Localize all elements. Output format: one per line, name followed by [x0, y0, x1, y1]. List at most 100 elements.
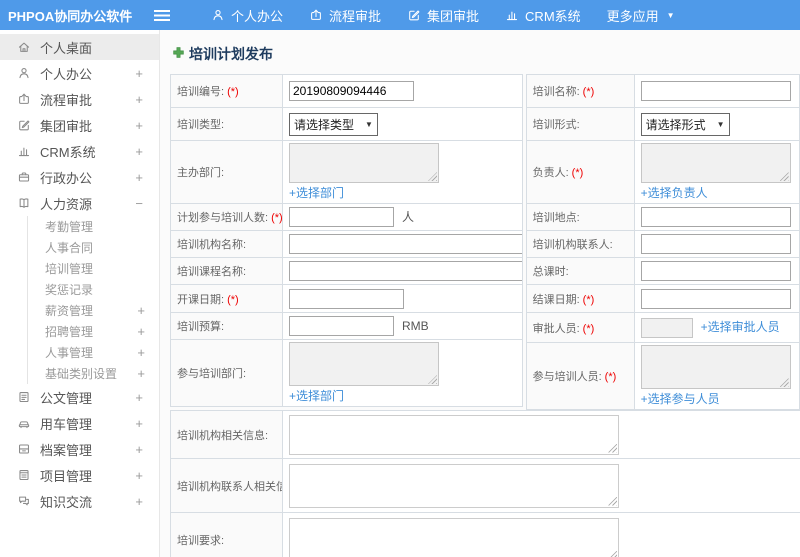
expand-toggle-icon[interactable]: + [135, 144, 143, 159]
sidebar-item[interactable]: 人力资源 − [0, 190, 159, 216]
training-location-label: 培训地点: [525, 203, 635, 231]
resize-handle-icon[interactable] [428, 172, 437, 181]
planned-participants-input[interactable] [289, 207, 394, 227]
sidebar-item[interactable]: CRM系统 + [0, 138, 159, 164]
form-row: 培训课程名称: [170, 257, 523, 285]
sidebar-subitem[interactable]: 奖惩记录 [28, 279, 159, 300]
expand-toggle-icon[interactable]: + [137, 303, 145, 318]
person-in-charge-link[interactable]: +选择负责人 [641, 184, 793, 201]
expand-toggle-icon[interactable]: − [135, 196, 143, 211]
sidebar-item[interactable]: 行政办公 + [0, 164, 159, 190]
form-row: 总课时: [525, 257, 800, 285]
end-date-field-cell [633, 284, 800, 313]
expand-toggle-icon[interactable]: + [135, 416, 143, 431]
sidebar-item[interactable]: 个人桌面 [0, 34, 159, 60]
training-course-name-input[interactable] [289, 261, 522, 281]
sidebar-item[interactable]: 档案管理 + [0, 436, 159, 462]
page-title-text: 培训计划发布 [189, 46, 273, 62]
approvers-box[interactable] [640, 317, 693, 338]
topbar-menu-item[interactable]: 个人办公 [198, 0, 296, 30]
host-department-link[interactable]: +选择部门 [289, 184, 516, 201]
sidebar-item-label: 知识交流 [40, 494, 93, 510]
training-org-name-input[interactable] [289, 234, 522, 254]
topbar-menu-item[interactable]: CRM系统 [492, 0, 594, 30]
sidebar-item-label: 档案管理 [40, 442, 93, 458]
topbar-menu: 个人办公 流程审批 集团审批 CRM系统 更多应用 ▼ [198, 0, 688, 30]
expand-toggle-icon[interactable]: + [135, 170, 143, 185]
sidebar-item[interactable]: 集团审批 + [0, 112, 159, 138]
sidebar-item[interactable]: 流程审批 + [0, 86, 159, 112]
host-department-box[interactable] [289, 143, 439, 183]
training-requirements-textarea[interactable] [289, 517, 619, 557]
resize-handle-icon[interactable] [608, 550, 617, 557]
training-participants-label: 参与培训人员: (*) [525, 342, 635, 410]
training-number-label: 培训编号: (*) [170, 74, 283, 108]
expand-toggle-icon[interactable]: + [135, 66, 143, 81]
resize-handle-icon[interactable] [428, 375, 437, 384]
expand-toggle-icon[interactable]: + [135, 442, 143, 457]
sidebar-item[interactable]: 项目管理 + [0, 462, 159, 488]
expand-toggle-icon[interactable]: + [135, 468, 143, 483]
hamburger-menu-icon[interactable] [154, 9, 170, 21]
sidebar-subitem[interactable]: 薪资管理 + [28, 300, 159, 321]
form-row: 主办部门: +选择部门 [170, 140, 523, 204]
resize-handle-icon[interactable] [779, 378, 789, 387]
resize-handle-icon[interactable] [608, 496, 617, 506]
sidebar-item[interactable]: 知识交流 + [0, 488, 159, 514]
chat-icon [17, 494, 31, 508]
topbar-menu-item[interactable]: 流程审批 [296, 0, 394, 30]
person-in-charge-box[interactable] [640, 143, 791, 183]
topbar-menu-label: 个人办公 [231, 8, 284, 24]
sidebar-item-label: 个人桌面 [40, 40, 93, 56]
participating-departments-box[interactable] [289, 342, 439, 386]
expand-toggle-icon[interactable]: + [137, 324, 145, 339]
form-row: 培训类型: 请选择类型 ▼ [170, 107, 523, 141]
sidebar: 个人桌面 个人办公 + 流程审批 + 集团审批 + CRM系统 + 行政办公 + 人力资源 − 考勤管理人… [0, 30, 160, 557]
expand-toggle-icon[interactable]: + [135, 390, 143, 405]
training-number-input[interactable] [289, 81, 414, 101]
workflow-icon [17, 92, 31, 106]
org-contact-field-cell [633, 230, 800, 258]
form-row: 培训名称: (*) [525, 74, 800, 108]
sidebar-subitem[interactable]: 人事合同 [28, 237, 159, 258]
training-participants-link[interactable]: +选择参与人员 [641, 390, 793, 407]
approvers-link[interactable]: +选择审批人员 [701, 320, 780, 334]
resize-handle-icon[interactable] [608, 443, 617, 453]
sidebar-subitem[interactable]: 人事管理 + [28, 342, 159, 363]
workflow-icon [309, 8, 323, 22]
sidebar-item[interactable]: 个人办公 + [0, 60, 159, 86]
expand-toggle-icon[interactable]: + [135, 118, 143, 133]
training-budget-input[interactable] [289, 316, 394, 336]
topbar-menu-item[interactable]: 更多应用 ▼ [594, 0, 688, 30]
expand-toggle-icon[interactable]: + [135, 92, 143, 107]
training-location-input[interactable] [640, 207, 791, 227]
edit-icon [407, 8, 421, 22]
start-date-label: 开课日期: (*) [170, 284, 283, 313]
sidebar-subitem[interactable]: 基础类别设置 + [28, 363, 159, 384]
topbar-menu-item[interactable]: 集团审批 [394, 0, 492, 30]
project-icon [17, 468, 31, 482]
sidebar-subitem[interactable]: 考勤管理 [28, 216, 159, 237]
end-date-input[interactable] [640, 288, 791, 309]
expand-toggle-icon[interactable]: + [137, 345, 145, 360]
sidebar-item[interactable]: 用车管理 + [0, 410, 159, 436]
expand-toggle-icon[interactable]: + [135, 494, 143, 509]
training-name-input[interactable] [640, 81, 791, 101]
org-contact-input[interactable] [640, 234, 791, 254]
start-date-input[interactable] [289, 288, 404, 309]
sidebar-item-label: 集团审批 [40, 118, 93, 134]
resize-handle-icon[interactable] [779, 172, 789, 181]
participating-departments-link[interactable]: +选择部门 [289, 387, 516, 404]
sidebar-item-label: 项目管理 [40, 468, 93, 484]
sidebar-subitem[interactable]: 培训管理 [28, 258, 159, 279]
training-form-select[interactable]: 请选择形式 ▼ [640, 112, 730, 136]
expand-toggle-icon[interactable]: + [137, 366, 145, 381]
training-participants-box[interactable] [640, 345, 791, 389]
sidebar-item[interactable]: 公文管理 + [0, 384, 159, 410]
sidebar-subitem[interactable]: 招聘管理 + [28, 321, 159, 342]
training-course-name-field-cell [282, 257, 523, 285]
total-class-hours-input[interactable] [640, 261, 791, 281]
org-contact-related-info-textarea[interactable] [289, 463, 619, 508]
training-type-select[interactable]: 请选择类型 ▼ [289, 112, 378, 136]
org-related-info-textarea[interactable] [289, 414, 619, 455]
